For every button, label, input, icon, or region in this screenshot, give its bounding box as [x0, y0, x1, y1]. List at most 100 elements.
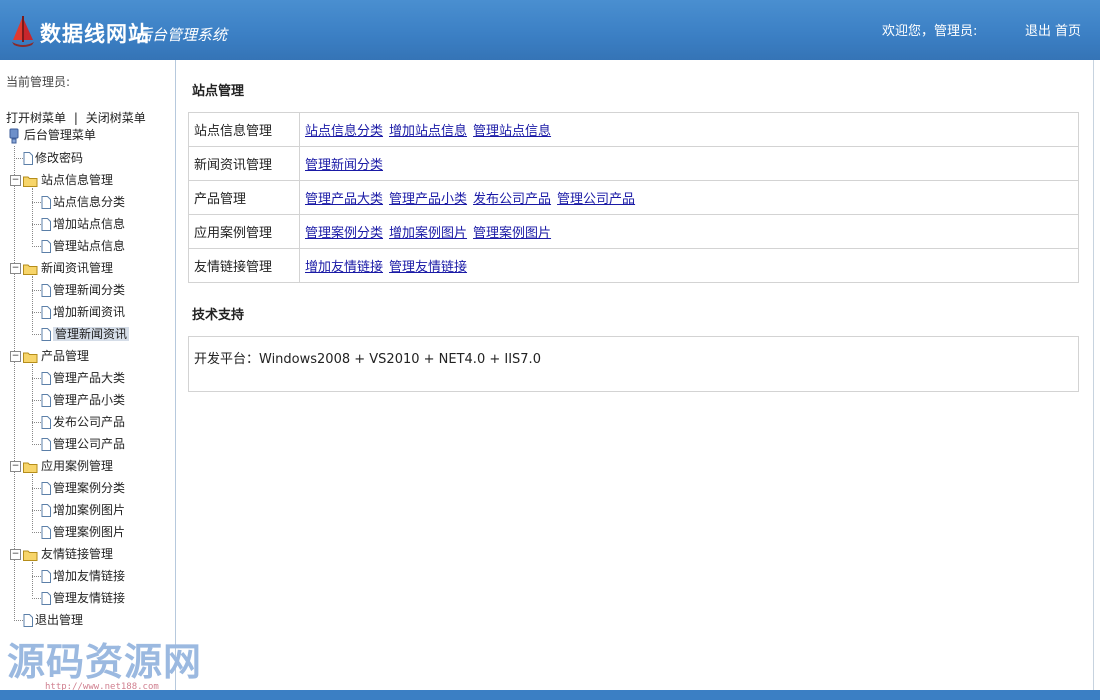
sidebar-item-add-case-image[interactable]: 增加案例图片 [32, 501, 125, 519]
management-link[interactable]: 管理站点信息 [473, 124, 551, 139]
sidebar-group-links[interactable]: − 友情链接管理 [10, 545, 113, 563]
page-icon [41, 218, 51, 231]
home-link[interactable]: 首页 [1055, 20, 1081, 39]
tree-root-label: 后台管理菜单 [23, 128, 96, 142]
sidebar-item-manage-news[interactable]: 管理新闻资讯 [32, 325, 130, 343]
sailboat-logo-icon [12, 16, 34, 47]
logout-link[interactable]: 退出 [1025, 20, 1051, 39]
sidebar-item-manage-friend-link[interactable]: 管理友情链接 [32, 589, 125, 607]
management-link[interactable]: 管理产品大类 [305, 192, 383, 207]
sidebar-group-cases[interactable]: − 应用案例管理 [10, 457, 113, 475]
site-subtitle: 后台管理系统 [137, 26, 228, 44]
platform-text: 开发平台：Windows2008 + VS2010 + NET4.0 + IIS… [194, 352, 541, 367]
row-links: 增加友情链接 管理友情链接 [299, 248, 1079, 283]
close-tree-link[interactable]: 关闭树菜单 [86, 111, 146, 125]
sidebar: 当前管理员: 打开树菜单 | 关闭树菜单 后台管理菜单 修改密码 − 站点信息管理… [0, 60, 176, 690]
sidebar-item-exit[interactable]: 退出管理 [14, 611, 83, 629]
page-icon [41, 504, 51, 517]
page-icon [41, 592, 51, 605]
table-row: 友情链接管理 增加友情链接 管理友情链接 [188, 248, 1079, 283]
sidebar-item-add-news[interactable]: 增加新闻资讯 [32, 303, 125, 321]
folder-open-icon [23, 462, 38, 473]
open-tree-link[interactable]: 打开树菜单 [6, 111, 66, 125]
row-category: 产品管理 [188, 180, 300, 215]
sidebar-item-change-password[interactable]: 修改密码 [14, 149, 83, 167]
sidebar-item-publish-product[interactable]: 发布公司产品 [32, 413, 125, 431]
page-icon [23, 614, 33, 627]
management-link[interactable]: 增加案例图片 [389, 226, 467, 241]
bottom-bar [0, 690, 1100, 700]
collapse-icon[interactable]: − [10, 263, 21, 274]
table-row: 新闻资讯管理 管理新闻分类 [188, 146, 1079, 181]
row-category: 应用案例管理 [188, 214, 300, 249]
main-content: 站点管理 站点信息管理 站点信息分类 增加站点信息 管理站点信息 新闻资讯管理 管理新闻分… [176, 60, 1094, 690]
sidebar-item-add-friend-link[interactable]: 增加友情链接 [32, 567, 125, 585]
sidebar-item-manage-product[interactable]: 管理公司产品 [32, 435, 125, 453]
management-table: 站点信息管理 站点信息分类 增加站点信息 管理站点信息 新闻资讯管理 管理新闻分类 产品管理… [188, 112, 1079, 283]
site-title: 数据线网站 [40, 22, 150, 46]
collapse-icon[interactable]: − [10, 549, 21, 560]
management-link[interactable]: 管理友情链接 [389, 260, 467, 275]
tree-separator: | [73, 111, 78, 125]
management-link[interactable]: 管理案例分类 [305, 226, 383, 241]
management-link[interactable]: 增加友情链接 [305, 260, 383, 275]
table-row: 站点信息管理 站点信息分类 增加站点信息 管理站点信息 [188, 112, 1079, 147]
current-admin-label: 当前管理员: [6, 75, 71, 89]
row-category: 友情链接管理 [188, 248, 300, 283]
folder-open-icon [23, 550, 38, 561]
sidebar-group-products[interactable]: − 产品管理 [10, 347, 89, 365]
sidebar-item-add-site-info[interactable]: 增加站点信息 [32, 215, 125, 233]
sidebar-group-news[interactable]: − 新闻资讯管理 [10, 259, 113, 277]
table-row: 应用案例管理 管理案例分类 增加案例图片 管理案例图片 [188, 214, 1079, 249]
tree-root[interactable]: 后台管理菜单 [8, 126, 96, 144]
management-link[interactable]: 管理公司产品 [557, 192, 635, 207]
table-row: 产品管理 管理产品大类 管理产品小类 发布公司产品 管理公司产品 [188, 180, 1079, 215]
row-links: 管理产品大类 管理产品小类 发布公司产品 管理公司产品 [299, 180, 1079, 215]
page-icon [41, 438, 51, 451]
collapse-icon[interactable]: − [10, 351, 21, 362]
management-link[interactable]: 增加站点信息 [389, 124, 467, 139]
folder-open-icon [23, 176, 38, 187]
page-icon [41, 570, 51, 583]
page-icon [41, 416, 51, 429]
tech-support-title: 技术支持 [192, 308, 245, 323]
page-icon [41, 394, 51, 407]
folder-open-icon [23, 264, 38, 275]
collapse-icon[interactable]: − [10, 175, 21, 186]
header-bar: 数据线网站 后台管理系统 欢迎您，管理员: 退出 首页 [0, 0, 1100, 60]
tree-controls: 打开树菜单 | 关闭树菜单 [6, 109, 146, 126]
management-link[interactable]: 站点信息分类 [305, 124, 383, 139]
main-right-border [1093, 60, 1094, 690]
row-links: 站点信息分类 增加站点信息 管理站点信息 [299, 112, 1079, 147]
page-icon [41, 482, 51, 495]
row-category: 新闻资讯管理 [188, 146, 300, 181]
page-icon [41, 526, 51, 539]
sidebar-item-site-info-category[interactable]: 站点信息分类 [32, 193, 125, 211]
page-icon [41, 240, 51, 253]
page-icon [41, 284, 51, 297]
row-links: 管理案例分类 增加案例图片 管理案例图片 [299, 214, 1079, 249]
management-link[interactable]: 管理产品小类 [389, 192, 467, 207]
sidebar-item-manage-product-minor[interactable]: 管理产品小类 [32, 391, 125, 409]
tech-support-box: 开发平台：Windows2008 + VS2010 + NET4.0 + IIS… [188, 336, 1079, 392]
welcome-text: 欢迎您，管理员: [882, 24, 978, 39]
management-link[interactable]: 管理新闻分类 [305, 158, 383, 173]
page-icon [41, 372, 51, 385]
sidebar-item-manage-site-info[interactable]: 管理站点信息 [32, 237, 125, 255]
page-icon [41, 196, 51, 209]
sidebar-item-manage-news-category[interactable]: 管理新闻分类 [32, 281, 125, 299]
management-link[interactable]: 管理案例图片 [473, 226, 551, 241]
watermark-text: 源码资源网 [7, 640, 203, 684]
row-category: 站点信息管理 [188, 112, 300, 147]
folder-open-icon [23, 352, 38, 363]
row-links: 管理新闻分类 [299, 146, 1079, 181]
collapse-icon[interactable]: − [10, 461, 21, 472]
sidebar-item-manage-product-major[interactable]: 管理产品大类 [32, 369, 125, 387]
page-icon [23, 152, 33, 165]
page-icon [41, 306, 51, 319]
sidebar-item-manage-case-image[interactable]: 管理案例图片 [32, 523, 125, 541]
sidebar-group-site-info[interactable]: − 站点信息管理 [10, 171, 113, 189]
computer-icon [9, 128, 19, 143]
sidebar-item-manage-case-category[interactable]: 管理案例分类 [32, 479, 125, 497]
management-link[interactable]: 发布公司产品 [473, 192, 551, 207]
